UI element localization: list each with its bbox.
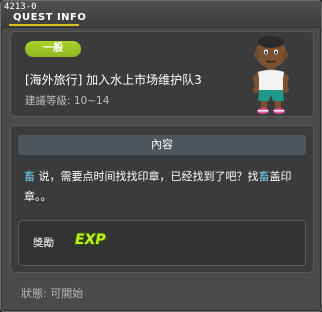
npc-name-link[interactable]: 畜: [259, 170, 270, 183]
quest-info-window: 4213-0 QUEST INFO 一般 [海外旅行] 加入水上市场维护队3 建…: [0, 0, 322, 312]
window-title: QUEST INFO: [13, 12, 87, 23]
reward-box: 獎勵 EXP: [18, 220, 306, 266]
quest-header-panel: 一般 [海外旅行] 加入水上市场维护队3 建議等級: 10~14: [10, 31, 314, 117]
content-header: 內容: [18, 135, 306, 155]
quest-description: 畜 说，需要点时间找找印章，已经找到了吧？找畜盖印章。。: [24, 167, 304, 207]
reward-label: 獎勵: [33, 237, 54, 249]
quest-id: 4213-0: [4, 2, 37, 12]
quest-status: 狀態: 可開始: [21, 287, 84, 300]
exp-reward-icon: EXP: [75, 232, 106, 248]
quest-content-panel: 內容 畜 说，需要点时间找找印章，已经找到了吧？找畜盖印章。。 獎勵 EXP: [10, 125, 314, 273]
title-underline: [9, 24, 79, 26]
npc-name-link[interactable]: 畜: [24, 170, 35, 183]
description-text: 说，需要点时间找找印章，已经找到了吧？找: [35, 170, 259, 183]
window-titlebar[interactable]: 4213-0 QUEST INFO: [1, 1, 321, 28]
category-badge: 一般: [25, 41, 81, 57]
recommended-level: 建議等級: 10~14: [25, 95, 110, 107]
quest-name: [海外旅行] 加入水上市场维护队3: [25, 73, 202, 87]
npc-character-avatar: [253, 36, 289, 114]
